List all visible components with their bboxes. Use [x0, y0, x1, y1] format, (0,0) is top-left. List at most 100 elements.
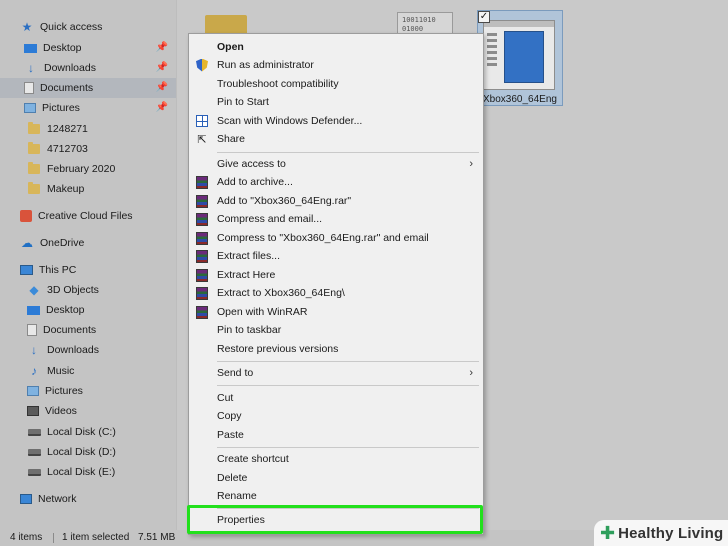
video-icon: [27, 406, 39, 416]
menu-item-cut[interactable]: Cut: [189, 389, 483, 407]
watermark: ✚ Healthy Living: [594, 520, 728, 546]
nav-local-disk-d[interactable]: Local Disk (D:): [27, 442, 116, 462]
nav-this-pc[interactable]: This PC: [20, 260, 76, 280]
menu-item-extract-files[interactable]: Extract files...: [189, 247, 483, 265]
selected-file-tile[interactable]: ✓ Xbox360_64Eng: [477, 10, 563, 106]
nav-3d-objects[interactable]: ◆ 3D Objects: [27, 280, 99, 300]
pin-icon: 📌: [155, 42, 168, 53]
menu-item-open[interactable]: Open: [189, 38, 483, 56]
drive-icon: [27, 445, 41, 459]
drive-icon: [27, 425, 41, 439]
selection-size: 7.51 MB: [138, 532, 176, 543]
nav-pictures[interactable]: Pictures 📌: [24, 98, 176, 118]
nav-folder-february-2020[interactable]: February 2020: [27, 159, 115, 179]
nav-label: Network: [38, 493, 77, 505]
nav-label: 4712703: [47, 143, 88, 155]
nav-desktop-pc[interactable]: Desktop: [27, 300, 85, 320]
nav-folder-4712703[interactable]: 4712703: [27, 139, 88, 159]
chevron-right-icon: ›: [469, 367, 473, 379]
nav-label: Desktop: [46, 304, 85, 316]
nav-documents[interactable]: Documents 📌: [0, 78, 176, 98]
nav-folder-1248271[interactable]: 1248271: [27, 119, 88, 139]
file-name: Xbox360_64Eng: [483, 94, 557, 105]
item-count: 4 items: [10, 532, 43, 543]
nav-label: Documents: [40, 82, 94, 94]
menu-item-give-access[interactable]: Give access to ›: [189, 155, 483, 173]
nav-label: Downloads: [44, 62, 96, 74]
menu-item-open-with-winrar[interactable]: Open with WinRAR: [189, 303, 483, 321]
binary-text-line: 10011010: [402, 16, 436, 24]
network-icon: [20, 494, 32, 504]
winrar-icon: [195, 231, 209, 245]
nav-downloads[interactable]: ↓ Downloads 📌: [24, 58, 176, 78]
menu-item-delete[interactable]: Delete: [189, 469, 483, 487]
nav-local-disk-e[interactable]: Local Disk (E:): [27, 462, 115, 482]
menu-item-add-to-archive[interactable]: Add to archive...: [189, 173, 483, 191]
download-icon: ↓: [28, 61, 34, 75]
nav-local-disk-c[interactable]: Local Disk (C:): [27, 422, 116, 442]
menu-separator: [217, 152, 479, 153]
folder-icon: [27, 182, 41, 196]
nav-label: Documents: [43, 324, 97, 336]
menu-item-troubleshoot[interactable]: Troubleshoot compatibility: [189, 75, 483, 93]
menu-item-share[interactable]: ⇱ Share: [189, 130, 483, 148]
nav-label: Local Disk (C:): [47, 426, 116, 438]
nav-pictures-pc[interactable]: Pictures: [27, 381, 83, 401]
nav-folder-makeup[interactable]: Makeup: [27, 179, 84, 199]
drive-icon: [27, 465, 41, 479]
pin-icon: 📌: [155, 102, 168, 113]
pin-icon: 📌: [155, 62, 168, 73]
documents-icon: [27, 324, 37, 336]
nav-label: OneDrive: [40, 237, 85, 249]
winrar-icon: [195, 286, 209, 300]
nav-quick-access[interactable]: ★ Quick access: [20, 17, 103, 37]
winrar-icon: [195, 194, 209, 208]
winrar-icon: [195, 268, 209, 282]
nav-network[interactable]: Network: [20, 489, 77, 509]
creative-cloud-icon: [20, 210, 32, 222]
menu-item-rename[interactable]: Rename: [189, 487, 483, 505]
nav-label: Pictures: [42, 102, 80, 114]
menu-item-extract-to-folder[interactable]: Extract to Xbox360_64Eng\: [189, 284, 483, 302]
nav-onedrive[interactable]: ☁ OneDrive: [20, 233, 84, 253]
menu-item-compress-to-rar-email[interactable]: Compress to "Xbox360_64Eng.rar" and emai…: [189, 229, 483, 247]
documents-icon: [24, 82, 34, 94]
nav-downloads-pc[interactable]: ↓ Downloads: [27, 340, 99, 360]
desktop-icon: [24, 43, 37, 53]
nav-desktop[interactable]: Desktop 📌: [24, 38, 176, 58]
file-thumbnail: [483, 20, 555, 90]
properties-highlight: [187, 505, 483, 534]
star-icon: ★: [21, 20, 33, 34]
menu-item-restore-versions[interactable]: Restore previous versions: [189, 340, 483, 358]
menu-item-add-to-rar[interactable]: Add to "Xbox360_64Eng.rar": [189, 192, 483, 210]
nav-label: 1248271: [47, 123, 88, 135]
winrar-icon: [195, 175, 209, 189]
nav-videos[interactable]: Videos: [27, 401, 77, 421]
nav-music[interactable]: ♪ Music: [27, 361, 74, 381]
menu-item-run-as-admin[interactable]: Run as administrator: [189, 56, 483, 74]
nav-label: Creative Cloud Files: [38, 210, 133, 222]
file-checkbox[interactable]: ✓: [478, 11, 490, 23]
defender-icon: [195, 114, 209, 128]
menu-item-paste[interactable]: Paste: [189, 426, 483, 444]
desktop-icon: [27, 305, 40, 315]
cube-icon: ◆: [29, 283, 39, 297]
menu-item-scan-defender[interactable]: Scan with Windows Defender...: [189, 112, 483, 130]
nav-label: Local Disk (D:): [47, 446, 116, 458]
menu-item-extract-here[interactable]: Extract Here: [189, 266, 483, 284]
chevron-right-icon: ›: [469, 158, 473, 170]
folder-icon: [27, 162, 41, 176]
navigation-pane: ★ Quick access Desktop 📌 ↓ Downloads 📌 D…: [0, 0, 176, 530]
winrar-icon: [195, 305, 209, 319]
menu-item-pin-to-taskbar[interactable]: Pin to taskbar: [189, 321, 483, 339]
nav-label: 3D Objects: [47, 284, 99, 296]
nav-label: February 2020: [47, 163, 116, 175]
nav-creative-cloud[interactable]: Creative Cloud Files: [20, 206, 133, 226]
menu-item-compress-email[interactable]: Compress and email...: [189, 210, 483, 228]
nav-documents-pc[interactable]: Documents: [27, 320, 96, 340]
menu-item-send-to[interactable]: Send to ›: [189, 364, 483, 382]
menu-item-pin-to-start[interactable]: Pin to Start: [189, 93, 483, 111]
menu-item-create-shortcut[interactable]: Create shortcut: [189, 450, 483, 468]
nav-label: Pictures: [45, 385, 83, 397]
menu-item-copy[interactable]: Copy: [189, 407, 483, 425]
